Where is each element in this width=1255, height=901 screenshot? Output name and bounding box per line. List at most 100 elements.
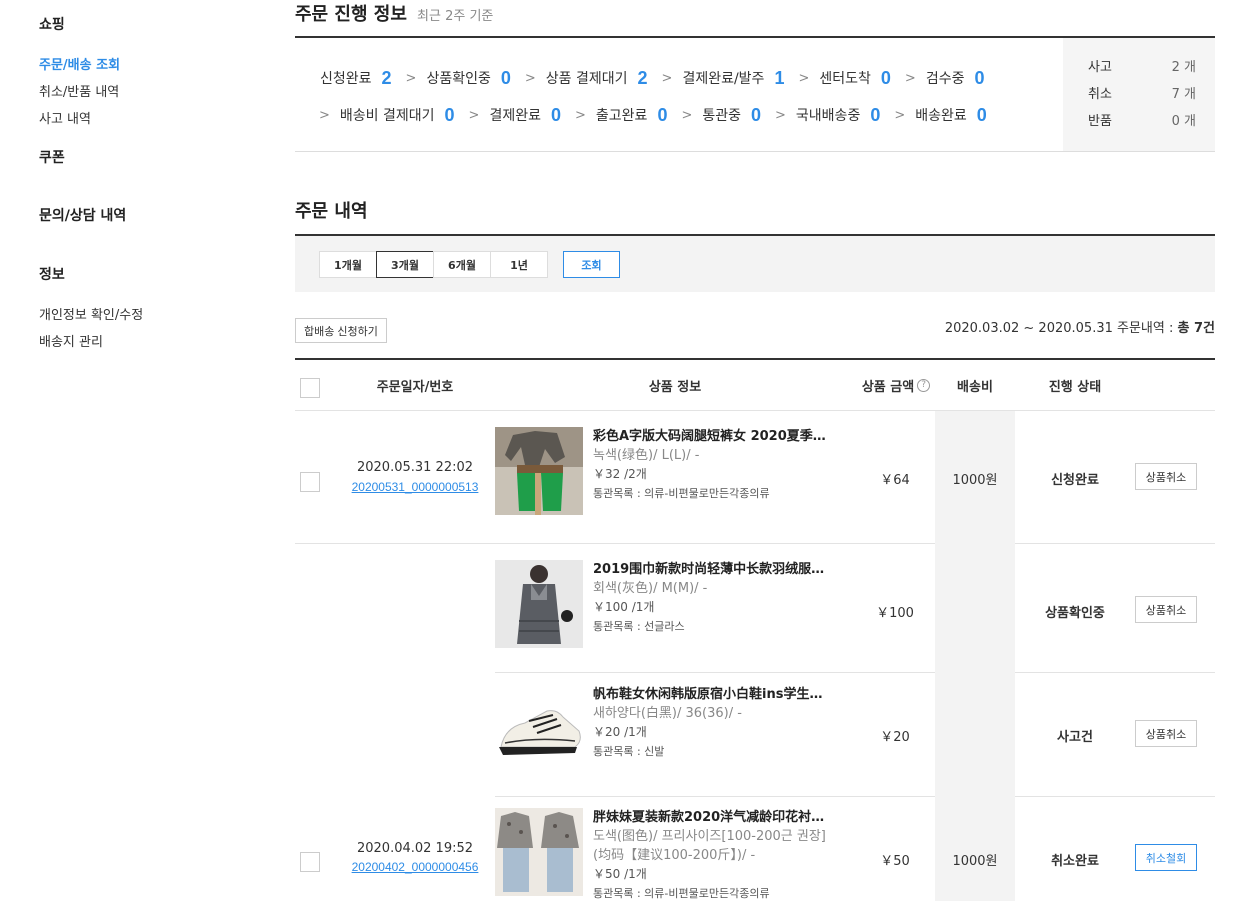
step-label[interactable]: 출고완료 — [596, 105, 648, 125]
step-label[interactable]: 통관중 — [702, 105, 741, 125]
step-arrow: > — [319, 107, 330, 123]
order-number-link[interactable]: 20200531_0000000513 — [345, 480, 485, 494]
step-arrow: > — [661, 70, 673, 86]
period-3-month-button[interactable]: 3개월 — [376, 251, 434, 278]
product-thumbnail[interactable] — [495, 427, 583, 515]
product-thumbnail[interactable] — [495, 560, 583, 648]
step-count[interactable]: 2 — [382, 68, 392, 89]
product-customs-category: 통관목록 : 의류-비편물로만든각종의류 — [593, 487, 770, 500]
step-label[interactable]: 상품확인중 — [426, 68, 490, 88]
product-thumbnail[interactable] — [495, 808, 583, 896]
row-divider — [1015, 796, 1215, 797]
order-date: 2020.05.31 22:02 — [356, 460, 474, 475]
step-count[interactable]: 0 — [501, 68, 511, 89]
product-name[interactable]: 彩色A字版大码阔腿短裤女 2020夏季… — [593, 427, 843, 446]
order-number-link[interactable]: 20200402_0000000456 — [345, 860, 485, 874]
stat-label: 반품 — [1088, 114, 1112, 129]
withdraw-cancel-button[interactable]: 취소철회 — [1135, 844, 1197, 871]
step-arrow: > — [575, 107, 586, 123]
stat-value: 2 개 — [1171, 60, 1196, 75]
step-label[interactable]: 신청완료 — [320, 68, 372, 88]
product-name[interactable]: 2019围巾新款时尚轻薄中长款羽绒服… — [593, 560, 843, 579]
col-amount: 상품 금액 ? — [855, 360, 937, 410]
sidebar-item-address-manage[interactable]: 배송지 관리 — [39, 331, 103, 350]
period-1-month-button[interactable]: 1개월 — [319, 251, 377, 278]
table-header: 주문일자/번호 상품 정보 상품 금액 ? 배송비 진행 상태 — [295, 360, 1215, 411]
orders-title: 주문 내역 — [295, 201, 368, 222]
product-name[interactable]: 帆布鞋女休闲韩版原宿小白鞋ins学生… — [593, 685, 843, 704]
sidebar-item-accident[interactable]: 사고 내역 — [39, 108, 91, 127]
step-label[interactable]: 상품 결제대기 — [546, 68, 628, 88]
cancel-product-button[interactable]: 상품취소 — [1135, 463, 1197, 490]
search-button[interactable]: 조회 — [563, 251, 620, 278]
step-count[interactable]: 0 — [445, 105, 455, 126]
product-name[interactable]: 胖妹妹夏装新款2020洋气减龄印花衬… — [593, 808, 843, 827]
step-count[interactable]: 1 — [774, 68, 784, 89]
product-price: ￥100 /1개 — [593, 600, 655, 614]
row-checkbox[interactable] — [300, 852, 320, 872]
order-status: 취소완료 — [1051, 854, 1099, 869]
order-status: 상품확인중 — [1045, 606, 1105, 621]
product-amount: ￥100 — [876, 606, 914, 621]
step-label[interactable]: 결제완료/발주 — [682, 68, 764, 88]
shipping-fee: 1000원 — [952, 854, 998, 869]
product-amount: ￥64 — [880, 473, 910, 488]
step-arrow: > — [681, 107, 693, 123]
sidebar-item-cancel-return[interactable]: 취소/반품 내역 — [39, 81, 119, 100]
merge-shipping-button[interactable]: 합배송 신청하기 — [295, 318, 387, 343]
row-divider — [1015, 543, 1215, 544]
sidebar-item-profile-edit[interactable]: 개인정보 확인/수정 — [39, 304, 143, 323]
sidebar-heading-shopping: 쇼핑 — [39, 17, 65, 33]
order-status: 신청완료 — [1051, 473, 1099, 488]
stat-value: 7 개 — [1171, 87, 1196, 102]
step-label[interactable]: 검수중 — [926, 68, 965, 88]
step-label[interactable]: 배송완료 — [915, 105, 967, 125]
cancel-product-button[interactable]: 상품취소 — [1135, 596, 1197, 623]
row-divider — [495, 672, 935, 673]
product-option-line-2: (均码【建议100-200斤】)/ - — [593, 848, 756, 863]
sidebar-item-order-delivery[interactable]: 주문/배송 조회 — [39, 54, 120, 73]
col-shipping: 배송비 — [957, 379, 993, 395]
stat-cancel[interactable]: 취소 7 개 — [1088, 83, 1215, 110]
product-info: 彩色A字版大码阔腿短裤女 2020夏季… 녹색(绿色)/ L(L)/ - ￥32… — [593, 427, 843, 503]
step-count[interactable]: 0 — [974, 68, 984, 89]
step-arrow: > — [468, 107, 480, 123]
cancel-product-button[interactable]: 상품취소 — [1135, 720, 1197, 747]
help-icon[interactable]: ? — [917, 378, 931, 392]
range-total: 총 7건 — [1177, 321, 1216, 336]
stat-accident[interactable]: 사고 2 개 — [1088, 56, 1215, 83]
product-thumbnail[interactable] — [495, 685, 583, 773]
shorts-product-image — [495, 427, 583, 515]
col-date: 주문일자/번호 — [376, 379, 454, 395]
step-label[interactable]: 배송비 결제대기 — [340, 105, 435, 125]
stat-label: 사고 — [1088, 60, 1112, 75]
step-label[interactable]: 센터도착 — [819, 68, 871, 88]
step-label[interactable]: 결제완료 — [489, 105, 541, 125]
select-all-checkbox[interactable] — [300, 378, 320, 398]
step-arrow: > — [405, 70, 417, 86]
step-arrow: > — [524, 70, 536, 86]
product-amount: ￥50 — [880, 854, 910, 869]
step-label[interactable]: 국내배송중 — [796, 105, 860, 125]
product-price: ￥20 /1개 — [593, 725, 647, 739]
step-count[interactable]: 0 — [751, 105, 761, 126]
sidebar-heading-coupon[interactable]: 쿠폰 — [39, 147, 65, 167]
progress-subtitle: 최근 2주 기준 — [417, 9, 494, 24]
step-count[interactable]: 0 — [657, 105, 667, 126]
step-count[interactable]: 2 — [638, 68, 648, 89]
col-amount-label: 상품 금액 — [861, 379, 915, 395]
stat-return[interactable]: 반품 0 개 — [1088, 110, 1215, 137]
range-text: 2020.03.02 ~ 2020.05.31 주문내역 : — [944, 321, 1174, 336]
period-filter-bar: 1개월 3개월 6개월 1년 조회 — [295, 234, 1215, 292]
row-checkbox[interactable] — [300, 472, 320, 492]
step-count[interactable]: 0 — [551, 105, 561, 126]
period-1-year-button[interactable]: 1년 — [490, 251, 548, 278]
sidebar-heading-inquiry[interactable]: 문의/상담 내역 — [39, 205, 126, 225]
col-product: 상품 정보 — [648, 379, 702, 395]
row-divider — [1015, 672, 1215, 673]
step-count[interactable]: 0 — [881, 68, 891, 89]
order-range-summary: 2020.03.02 ~ 2020.05.31 주문내역 : 총 7건 — [945, 317, 1215, 336]
step-count[interactable]: 0 — [870, 105, 880, 126]
step-count[interactable]: 0 — [977, 105, 987, 126]
period-6-month-button[interactable]: 6개월 — [433, 251, 491, 278]
